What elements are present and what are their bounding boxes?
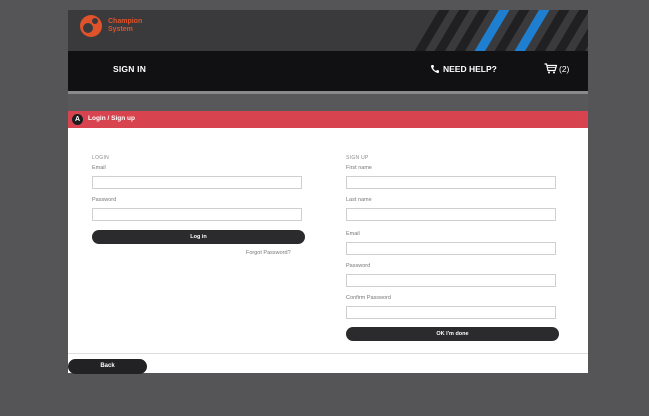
section-header: A Login / Sign up bbox=[68, 111, 588, 128]
cart-icon bbox=[544, 63, 557, 74]
signup-password-label: Password bbox=[346, 263, 371, 269]
confirm-password-label: Confirm Password bbox=[346, 295, 391, 301]
auth-panel: LOGIN Email Password Log in Forgot Passw… bbox=[68, 128, 588, 374]
step-badge: A bbox=[72, 114, 83, 125]
first-name-input[interactable] bbox=[346, 176, 556, 189]
signup-submit-button[interactable]: OK I'm done bbox=[346, 327, 559, 341]
login-password-input[interactable] bbox=[92, 208, 302, 221]
back-button[interactable]: Back bbox=[68, 359, 147, 374]
cart-count: (2) bbox=[559, 63, 570, 74]
need-help-label: NEED HELP? bbox=[443, 64, 497, 74]
signup-section-label: SIGN UP bbox=[346, 155, 369, 161]
nav-signin-link[interactable]: SIGN IN bbox=[113, 64, 146, 74]
footer-divider bbox=[68, 353, 588, 354]
logo-icon bbox=[80, 15, 102, 37]
section-title: Login / Sign up bbox=[88, 115, 135, 122]
need-help-link[interactable]: NEED HELP? bbox=[430, 64, 497, 74]
signup-email-input[interactable] bbox=[346, 242, 556, 255]
brand-name: Champion System bbox=[108, 18, 142, 34]
phone-icon bbox=[431, 65, 439, 73]
page-frame: Champion System SIGN IN NEED HELP? (2) A… bbox=[68, 10, 588, 374]
cart-button[interactable]: (2) bbox=[544, 63, 569, 74]
brand-name-line1: Champion bbox=[108, 18, 143, 25]
confirm-password-input[interactable] bbox=[346, 306, 556, 319]
login-button[interactable]: Log in bbox=[92, 230, 305, 244]
login-section-label: LOGIN bbox=[92, 155, 110, 161]
login-password-label: Password bbox=[92, 197, 117, 203]
top-banner: Champion System bbox=[68, 10, 588, 51]
last-name-input[interactable] bbox=[346, 208, 556, 221]
header-gap bbox=[68, 94, 588, 111]
signup-email-label: Email bbox=[346, 231, 360, 237]
login-email-label: Email bbox=[92, 165, 106, 171]
decorative-stripes bbox=[414, 10, 588, 51]
forgot-password-link[interactable]: Forgot Password? bbox=[246, 250, 291, 256]
brand-logo[interactable]: Champion System bbox=[78, 13, 142, 39]
signup-password-input[interactable] bbox=[346, 274, 556, 287]
last-name-label: Last name bbox=[346, 197, 372, 203]
brand-name-line2: System bbox=[108, 26, 133, 33]
first-name-label: First name bbox=[346, 165, 372, 171]
top-navbar: SIGN IN NEED HELP? (2) bbox=[68, 51, 588, 91]
login-email-input[interactable] bbox=[92, 176, 302, 189]
